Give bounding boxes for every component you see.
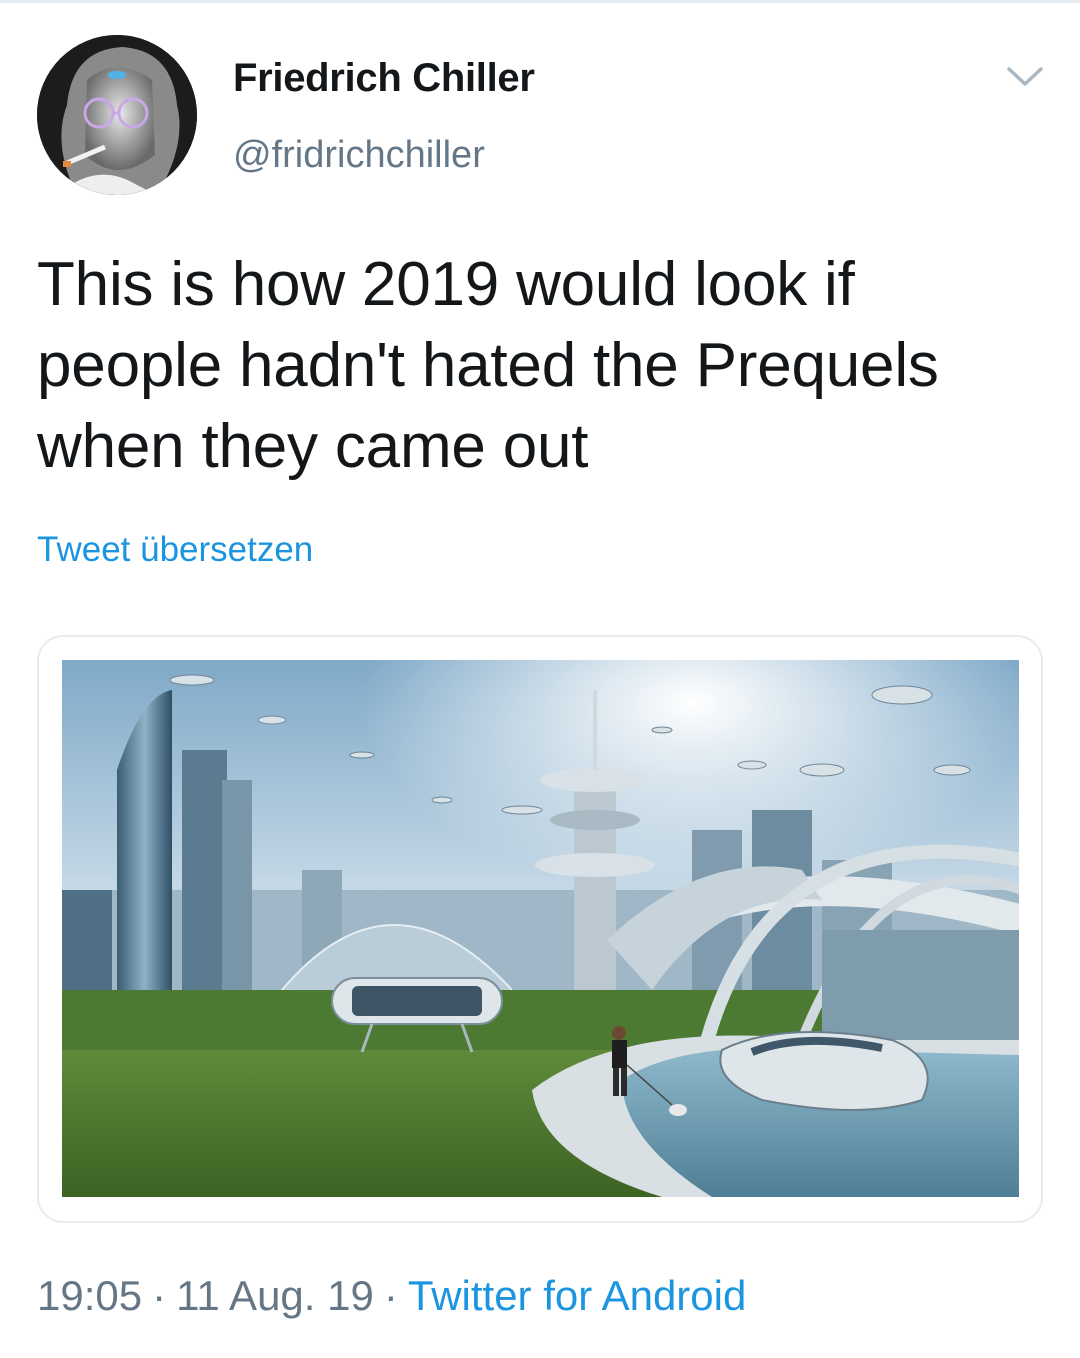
meta-separator: · [383, 1272, 398, 1319]
tweet-source-link[interactable]: Twitter for Android [408, 1272, 746, 1319]
chevron-down-icon[interactable] [1003, 60, 1047, 94]
top-divider [0, 0, 1080, 3]
display-name[interactable]: Friedrich Chiller [233, 56, 535, 101]
avatar[interactable] [37, 35, 197, 195]
tweet-meta: 19:05 · 11 Aug. 19 · Twitter for Android [37, 1272, 746, 1320]
tweet-time: 19:05 [37, 1272, 143, 1319]
tweet-text: This is how 2019 would look if people ha… [37, 250, 939, 481]
futuristic-city-image [62, 660, 1019, 1197]
tweet-media-image[interactable] [62, 660, 1019, 1197]
meta-separator: · [152, 1272, 167, 1319]
tweet-date: 11 Aug. 19 [176, 1272, 374, 1319]
translate-tweet-link[interactable]: Tweet übersetzen [37, 530, 313, 570]
avatar-portrait-icon [37, 35, 197, 195]
user-handle[interactable]: @fridrichchiller [233, 134, 485, 177]
